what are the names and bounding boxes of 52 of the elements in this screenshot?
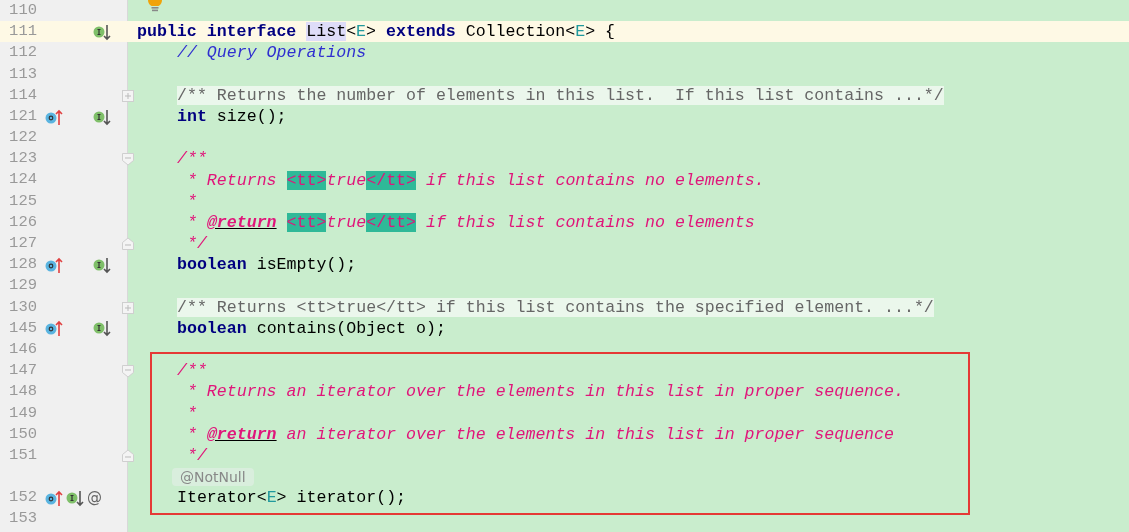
- line-number: 152: [8, 487, 37, 509]
- code-line: * Returns an iterator over the elements in this list in proper sequence.: [185, 381, 904, 403]
- line-number: 130: [8, 296, 37, 318]
- line-number: 128: [8, 254, 37, 276]
- circle-down-arrow-icon[interactable]: [66, 488, 84, 507]
- line-number: 110: [8, 0, 37, 21]
- lightbulb-icon[interactable]: [147, 0, 163, 12]
- circle-down-arrow-icon[interactable]: [93, 107, 111, 126]
- line-number: 125: [8, 190, 37, 212]
- circle-up-arrow-icon[interactable]: [45, 107, 63, 126]
- line-number: 126: [8, 211, 37, 233]
- code-line: * @return an iterator over the elements in this list in proper sequence: [185, 423, 894, 445]
- line-number: 149: [8, 402, 37, 424]
- code-line: // Query Operations: [177, 42, 367, 64]
- line-number: 147: [8, 360, 37, 382]
- circle-up-arrow-icon[interactable]: [45, 255, 63, 274]
- code-line: int size();: [177, 105, 287, 128]
- circle-down-arrow-icon[interactable]: [93, 255, 111, 274]
- circle-down-arrow-icon[interactable]: [93, 22, 111, 41]
- code-line: boolean isEmpty();: [177, 254, 357, 276]
- line-number: 114: [8, 84, 37, 106]
- line-number: 148: [8, 381, 37, 403]
- inlay-hint: @NotNull: [172, 467, 254, 486]
- line-number: 111: [8, 21, 37, 43]
- line-number: 129: [8, 275, 37, 297]
- at-sign-icon[interactable]: @: [87, 490, 102, 506]
- line-number: 121: [8, 105, 37, 127]
- circle-down-arrow-icon[interactable]: [93, 319, 111, 338]
- code-line: public interface List<E> extends Collection<E> {: [137, 21, 616, 43]
- line-number: 145: [8, 317, 37, 339]
- line-number: 150: [8, 423, 37, 445]
- code-line: Iterator<E> iterator();: [177, 487, 407, 509]
- code-line: */: [185, 444, 207, 467]
- line-number: 122: [8, 127, 37, 149]
- line-number: 112: [8, 42, 37, 64]
- circle-up-arrow-icon[interactable]: [45, 319, 63, 338]
- code-line: *: [185, 190, 197, 212]
- line-number: 123: [8, 148, 37, 170]
- code-line: */: [185, 233, 207, 255]
- line-number: 153: [8, 508, 37, 530]
- code-line: boolean contains(Object o);: [177, 317, 446, 339]
- code-line: * Returns <tt>true</tt> if this list contains no elements.: [185, 169, 765, 191]
- circle-up-arrow-icon[interactable]: [45, 488, 63, 507]
- code-line: /**: [177, 360, 207, 382]
- code-line: * @return <tt>true</tt> if this list contains no elements: [185, 211, 755, 234]
- line-number: 127: [8, 233, 37, 255]
- line-number: 124: [8, 169, 37, 191]
- code-line: *: [185, 402, 197, 424]
- code-line: /**: [177, 148, 207, 170]
- line-number: 146: [8, 338, 37, 360]
- line-number: 151: [8, 444, 37, 466]
- line-number: 113: [8, 63, 37, 85]
